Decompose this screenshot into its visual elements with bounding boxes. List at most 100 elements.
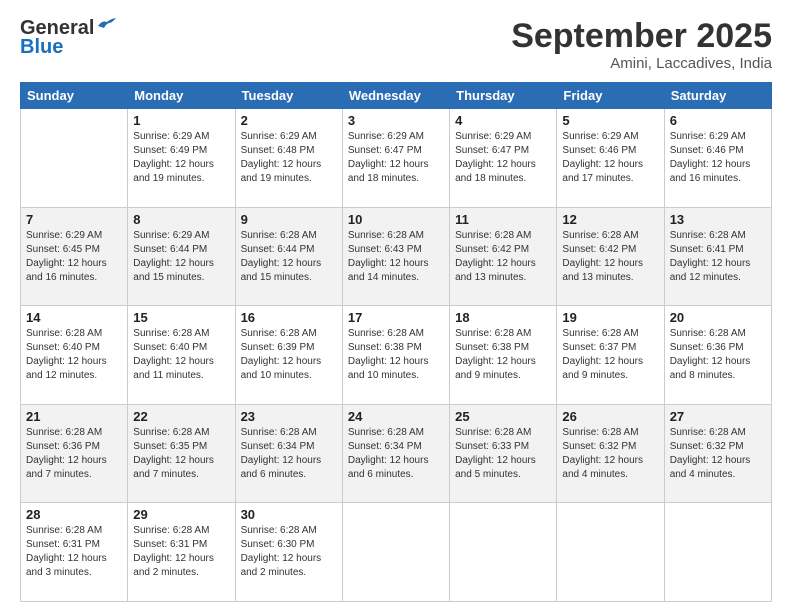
table-cell: 26Sunrise: 6:28 AM Sunset: 6:32 PM Dayli… <box>557 404 664 503</box>
day-info: Sunrise: 6:28 AM Sunset: 6:35 PM Dayligh… <box>133 426 229 482</box>
day-number: 15 <box>133 310 229 325</box>
table-cell: 22 Sunrise: 6:28 AM Sunset: 6:35 PM Dayli… <box>128 404 235 503</box>
col-monday: Monday <box>128 83 235 109</box>
calendar-week-row: 28Sunrise: 6:28 AM Sunset: 6:31 PM Dayli… <box>21 503 772 602</box>
day-number: 1 <box>133 113 229 128</box>
day-info: Sunrise: 6:28 AM Sunset: 6:38 PM Dayligh… <box>348 327 444 383</box>
table-cell: 5 Sunrise: 6:29 AM Sunset: 6:46 PM Daylig… <box>557 109 664 208</box>
col-friday: Friday <box>557 83 664 109</box>
table-cell: 23 Sunrise: 6:28 AM Sunset: 6:34 PM Dayli… <box>235 404 342 503</box>
table-cell: 7Sunrise: 6:29 AM Sunset: 6:45 PM Daylig… <box>21 207 128 306</box>
day-number: 23 <box>241 409 337 424</box>
table-cell: 25 Sunrise: 6:28 AM Sunset: 6:33 PM Dayli… <box>450 404 557 503</box>
day-info: Sunrise: 6:29 AM Sunset: 6:44 PM Dayligh… <box>133 229 229 285</box>
col-saturday: Saturday <box>664 83 771 109</box>
table-cell <box>450 503 557 602</box>
day-info: Sunrise: 6:28 AM Sunset: 6:36 PM Dayligh… <box>670 327 766 383</box>
day-number: 22 <box>133 409 229 424</box>
table-cell: 27Sunrise: 6:28 AM Sunset: 6:32 PM Dayli… <box>664 404 771 503</box>
day-number: 16 <box>241 310 337 325</box>
day-number: 11 <box>455 212 551 227</box>
page: General Blue September 2025 Amini, Lacca… <box>0 0 792 612</box>
table-cell: 19 Sunrise: 6:28 AM Sunset: 6:37 PM Dayli… <box>557 306 664 405</box>
logo-bird-icon <box>96 18 118 34</box>
day-number: 20 <box>670 310 766 325</box>
calendar-week-row: 21 Sunrise: 6:28 AM Sunset: 6:36 PM Dayli… <box>21 404 772 503</box>
calendar-week-row: 14 Sunrise: 6:28 AM Sunset: 6:40 PM Dayli… <box>21 306 772 405</box>
calendar-week-row: 1 Sunrise: 6:29 AM Sunset: 6:49 PM Daylig… <box>21 109 772 208</box>
table-cell <box>557 503 664 602</box>
day-number: 19 <box>562 310 658 325</box>
day-number: 25 <box>455 409 551 424</box>
day-info: Sunrise: 6:28 AM Sunset: 6:44 PM Dayligh… <box>241 229 337 285</box>
table-cell: 30 Sunrise: 6:28 AM Sunset: 6:30 PM Dayli… <box>235 503 342 602</box>
table-cell: 8 Sunrise: 6:29 AM Sunset: 6:44 PM Daylig… <box>128 207 235 306</box>
table-cell: 4Sunrise: 6:29 AM Sunset: 6:47 PM Daylig… <box>450 109 557 208</box>
day-info: Sunrise: 6:28 AM Sunset: 6:38 PM Dayligh… <box>455 327 551 383</box>
day-number: 12 <box>562 212 658 227</box>
day-info: Sunrise: 6:29 AM Sunset: 6:46 PM Dayligh… <box>562 130 658 186</box>
table-cell: 6Sunrise: 6:29 AM Sunset: 6:46 PM Daylig… <box>664 109 771 208</box>
day-number: 8 <box>133 212 229 227</box>
col-sunday: Sunday <box>21 83 128 109</box>
calendar-header-row: Sunday Monday Tuesday Wednesday Thursday… <box>21 83 772 109</box>
table-cell: 20 Sunrise: 6:28 AM Sunset: 6:36 PM Dayli… <box>664 306 771 405</box>
calendar-table: Sunday Monday Tuesday Wednesday Thursday… <box>20 82 772 602</box>
day-info: Sunrise: 6:28 AM Sunset: 6:36 PM Dayligh… <box>26 426 122 482</box>
logo: General Blue <box>20 18 118 59</box>
day-number: 30 <box>241 507 337 522</box>
table-cell: 13 Sunrise: 6:28 AM Sunset: 6:41 PM Dayli… <box>664 207 771 306</box>
table-cell: 15 Sunrise: 6:28 AM Sunset: 6:40 PM Dayli… <box>128 306 235 405</box>
day-number: 21 <box>26 409 122 424</box>
table-cell: 11 Sunrise: 6:28 AM Sunset: 6:42 PM Dayli… <box>450 207 557 306</box>
table-cell: 28Sunrise: 6:28 AM Sunset: 6:31 PM Dayli… <box>21 503 128 602</box>
day-number: 29 <box>133 507 229 522</box>
table-cell <box>21 109 128 208</box>
day-info: Sunrise: 6:28 AM Sunset: 6:32 PM Dayligh… <box>670 426 766 482</box>
day-number: 13 <box>670 212 766 227</box>
day-info: Sunrise: 6:28 AM Sunset: 6:30 PM Dayligh… <box>241 524 337 580</box>
table-cell <box>342 503 449 602</box>
table-cell: 29Sunrise: 6:28 AM Sunset: 6:31 PM Dayli… <box>128 503 235 602</box>
day-info: Sunrise: 6:29 AM Sunset: 6:48 PM Dayligh… <box>241 130 337 186</box>
table-cell: 9 Sunrise: 6:28 AM Sunset: 6:44 PM Daylig… <box>235 207 342 306</box>
day-number: 14 <box>26 310 122 325</box>
day-info: Sunrise: 6:28 AM Sunset: 6:37 PM Dayligh… <box>562 327 658 383</box>
logo-general: General <box>20 18 94 38</box>
day-info: Sunrise: 6:28 AM Sunset: 6:41 PM Dayligh… <box>670 229 766 285</box>
table-cell: 3Sunrise: 6:29 AM Sunset: 6:47 PM Daylig… <box>342 109 449 208</box>
day-number: 10 <box>348 212 444 227</box>
day-number: 26 <box>562 409 658 424</box>
table-cell: 1 Sunrise: 6:29 AM Sunset: 6:49 PM Daylig… <box>128 109 235 208</box>
day-info: Sunrise: 6:28 AM Sunset: 6:40 PM Dayligh… <box>133 327 229 383</box>
day-info: Sunrise: 6:28 AM Sunset: 6:39 PM Dayligh… <box>241 327 337 383</box>
col-thursday: Thursday <box>450 83 557 109</box>
day-info: Sunrise: 6:29 AM Sunset: 6:47 PM Dayligh… <box>348 130 444 186</box>
day-info: Sunrise: 6:28 AM Sunset: 6:42 PM Dayligh… <box>455 229 551 285</box>
table-cell: 10 Sunrise: 6:28 AM Sunset: 6:43 PM Dayli… <box>342 207 449 306</box>
main-title: September 2025 <box>511 18 772 55</box>
table-cell: 12Sunrise: 6:28 AM Sunset: 6:42 PM Dayli… <box>557 207 664 306</box>
day-info: Sunrise: 6:29 AM Sunset: 6:49 PM Dayligh… <box>133 130 229 186</box>
logo-blue: Blue <box>20 36 63 59</box>
day-info: Sunrise: 6:28 AM Sunset: 6:33 PM Dayligh… <box>455 426 551 482</box>
day-info: Sunrise: 6:28 AM Sunset: 6:34 PM Dayligh… <box>241 426 337 482</box>
day-number: 9 <box>241 212 337 227</box>
day-number: 6 <box>670 113 766 128</box>
day-info: Sunrise: 6:28 AM Sunset: 6:40 PM Dayligh… <box>26 327 122 383</box>
header: General Blue September 2025 Amini, Lacca… <box>20 18 772 72</box>
day-info: Sunrise: 6:28 AM Sunset: 6:34 PM Dayligh… <box>348 426 444 482</box>
table-cell: 21 Sunrise: 6:28 AM Sunset: 6:36 PM Dayli… <box>21 404 128 503</box>
calendar-week-row: 7Sunrise: 6:29 AM Sunset: 6:45 PM Daylig… <box>21 207 772 306</box>
day-number: 24 <box>348 409 444 424</box>
table-cell: 24 Sunrise: 6:28 AM Sunset: 6:34 PM Dayli… <box>342 404 449 503</box>
day-number: 5 <box>562 113 658 128</box>
table-cell: 14 Sunrise: 6:28 AM Sunset: 6:40 PM Dayli… <box>21 306 128 405</box>
day-number: 17 <box>348 310 444 325</box>
day-info: Sunrise: 6:28 AM Sunset: 6:43 PM Dayligh… <box>348 229 444 285</box>
table-cell: 17 Sunrise: 6:28 AM Sunset: 6:38 PM Dayli… <box>342 306 449 405</box>
day-info: Sunrise: 6:29 AM Sunset: 6:47 PM Dayligh… <box>455 130 551 186</box>
col-tuesday: Tuesday <box>235 83 342 109</box>
table-cell: 16 Sunrise: 6:28 AM Sunset: 6:39 PM Dayli… <box>235 306 342 405</box>
title-block: September 2025 Amini, Laccadives, India <box>511 18 772 72</box>
